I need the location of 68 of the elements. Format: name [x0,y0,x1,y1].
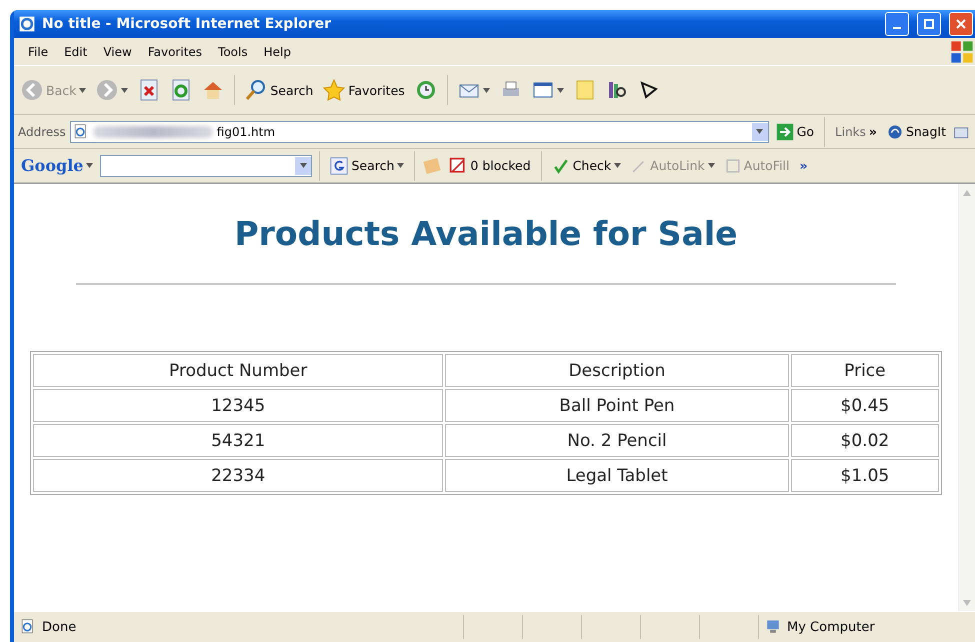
google-menu-button[interactable]: Google [18,156,96,175]
dropdown-button[interactable] [295,156,312,174]
go-button[interactable]: Go [772,122,818,140]
spell-check-button[interactable]: Check [548,156,624,174]
refresh-icon [170,79,192,101]
caret-icon [482,88,490,92]
google-g-icon [330,156,348,174]
status-text: Done [42,620,78,634]
snagit-icon [886,124,903,140]
browser-icon [18,15,36,33]
caret-icon [556,88,564,92]
zone-text: My Computer [787,620,875,634]
form-icon [724,158,741,174]
snagit-button[interactable]: SnagIt [884,124,949,140]
column-header: Product Number [33,354,444,387]
close-button[interactable] [949,12,973,36]
links-button[interactable]: Links » [832,124,880,139]
close-icon [956,19,966,29]
table-cell: $1.05 [790,459,939,492]
more-button[interactable]: » [796,158,811,173]
page-heading: Products Available for Sale [234,214,738,253]
minimize-button[interactable] [885,12,909,36]
caret-icon [79,88,86,92]
home-icon [202,79,224,101]
note-icon [574,79,596,101]
caret-icon [756,129,764,134]
address-label: Address [18,124,66,138]
blocked-icon [449,156,468,174]
menu-item[interactable]: View [95,42,140,60]
computer-icon [765,619,781,635]
favorites-button[interactable]: Favorites [320,79,408,101]
table-cell: No. 2 Pencil [445,424,789,457]
table-cell: Legal Tablet [445,459,789,492]
popup-blocker-button[interactable]: 0 blocked [446,156,534,174]
google-search-button[interactable]: Search [327,156,408,174]
spellcheck-icon [552,156,570,174]
caret-icon [121,88,128,92]
maximize-button[interactable] [917,12,941,36]
star-icon [323,79,346,101]
caret-icon [708,163,715,168]
table-cell: 54321 [33,424,444,457]
caret-icon [614,163,622,168]
table-cell: $0.02 [790,424,939,457]
column-header: Price [790,354,939,387]
menu-item[interactable]: Tools [210,42,256,60]
table-cell: $0.45 [790,389,939,422]
minimize-icon [893,27,901,29]
caret-icon [300,163,307,168]
caret-icon [86,163,94,168]
dropdown-button[interactable] [752,122,768,140]
caret-icon [397,163,404,168]
window-title: No title - Microsoft Internet Explorer [42,16,332,32]
table-cell: 12345 [33,389,444,422]
menu-item[interactable]: Help [256,42,299,60]
search-icon [245,79,268,101]
stop-icon [138,79,160,101]
google-search-field[interactable] [100,154,312,176]
menu-item[interactable]: File [20,42,56,60]
search-button[interactable]: Search [242,79,316,101]
menu-item[interactable]: Edit [56,42,96,60]
column-header: Description [445,354,789,387]
table-cell: Ball Point Pen [445,389,789,422]
windows-logo-icon [949,38,975,64]
clock-icon [414,79,437,101]
maximize-icon [924,19,934,29]
address-field[interactable]: fig01.htm [70,120,769,142]
table-cell: 22334 [33,459,444,492]
menu-item[interactable]: Favorites [140,42,210,60]
